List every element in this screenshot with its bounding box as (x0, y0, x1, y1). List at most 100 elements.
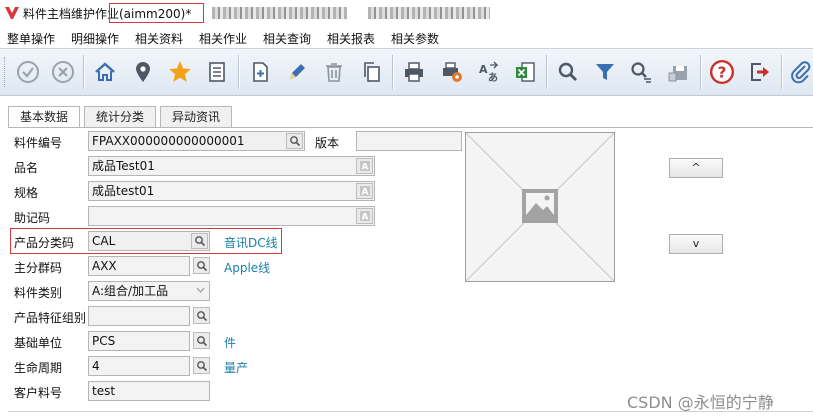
item-no-lookup-button[interactable] (286, 133, 303, 149)
svg-text:あ: あ (488, 71, 498, 84)
svg-text:A: A (361, 163, 368, 173)
cancel-button[interactable] (49, 58, 77, 86)
query-list-button[interactable] (627, 58, 655, 86)
filter-button[interactable] (591, 58, 619, 86)
group-field[interactable]: AXX (88, 256, 190, 276)
menu-related-data[interactable]: 相关资料 (135, 30, 183, 47)
exit-icon (751, 63, 769, 81)
search-list-icon (631, 62, 651, 83)
menu-related-query[interactable]: 相关查询 (263, 30, 311, 47)
spec-multilang-button[interactable]: A (356, 183, 373, 199)
unit-description: 件 (224, 336, 237, 350)
svg-text:A: A (361, 188, 368, 198)
item-image-box[interactable] (465, 132, 615, 282)
type-label: 料件类别 (14, 286, 63, 300)
copy-icon (364, 62, 380, 82)
exit-button[interactable] (746, 58, 774, 86)
title-highlight-box (109, 3, 204, 23)
group-lookup-button[interactable] (193, 257, 210, 274)
help-button[interactable]: ? (708, 58, 736, 86)
title-bar: 料件主档维护作业(aimm200)* (0, 0, 813, 26)
tab-statistics[interactable]: 统计分类 (84, 106, 156, 127)
category-lookup-button[interactable] (191, 233, 208, 249)
save-query-button[interactable] (664, 58, 692, 86)
name-field[interactable]: 成品Test01 A (88, 156, 375, 176)
name-value: 成品Test01 (92, 159, 155, 173)
item-no-field[interactable]: FPAXX000000000000001 (88, 131, 305, 151)
svg-text:A: A (479, 63, 488, 76)
next-record-button[interactable]: v (669, 234, 723, 254)
item-no-value: FPAXX000000000000001 (92, 134, 245, 148)
group-value: AXX (92, 259, 117, 273)
favorite-button[interactable] (166, 58, 194, 86)
paperclip-icon (791, 61, 811, 84)
multilang-icon: A (359, 186, 370, 198)
tab-basic-data[interactable]: 基本数据 (8, 106, 80, 128)
multilang-icon: A (359, 161, 370, 173)
menu-related-ops[interactable]: 相关作业 (199, 30, 247, 47)
app-logo-icon (5, 7, 19, 19)
customer-part-field[interactable]: test (88, 381, 210, 401)
delete-button[interactable] (320, 58, 348, 86)
previous-record-button[interactable]: ^ (669, 158, 723, 178)
print-settings-icon (443, 62, 462, 82)
help-icon: ? (709, 59, 735, 85)
lifecycle-lookup-button[interactable] (193, 357, 210, 374)
menu-related-report[interactable]: 相关报表 (327, 30, 375, 47)
chevron-down-icon (196, 287, 205, 293)
item-no-label: 料件编号 (14, 136, 63, 150)
confirm-button[interactable] (14, 58, 42, 86)
feature-field[interactable] (88, 306, 190, 326)
unit-field[interactable]: PCS (88, 331, 190, 351)
type-value: A:组合/加工品 (92, 284, 169, 298)
print-button[interactable] (400, 58, 428, 86)
search-icon (194, 236, 205, 247)
lifecycle-value: 4 (92, 359, 100, 373)
search-icon (289, 136, 300, 147)
name-multilang-button[interactable]: A (356, 158, 373, 174)
translate-button[interactable]: Aあ (475, 58, 503, 86)
search-icon (196, 360, 207, 371)
excel-icon (516, 62, 535, 82)
category-field[interactable]: CAL (88, 231, 210, 251)
attach-button[interactable] (787, 58, 813, 86)
menu-detail-ops[interactable]: 明细操作 (71, 30, 119, 47)
group-description: Apple线 (224, 261, 271, 275)
filter-icon (596, 64, 614, 80)
unit-label: 基础单位 (14, 336, 63, 350)
edit-button[interactable] (283, 58, 311, 86)
mnemonic-label: 助记码 (14, 211, 51, 225)
translate-icon: Aあ (479, 61, 499, 84)
tab-change-info[interactable]: 异动资讯 (160, 106, 232, 127)
name-label: 品名 (14, 161, 39, 175)
spec-field[interactable]: 成品test01 A (88, 181, 375, 201)
customer-part-label: 客户料号 (14, 386, 63, 400)
version-field[interactable] (356, 131, 462, 151)
mnemonic-field[interactable]: A (88, 206, 375, 226)
home-button[interactable] (91, 58, 119, 86)
print-preview-button[interactable] (438, 58, 466, 86)
locate-button[interactable] (129, 58, 157, 86)
menu-whole-order[interactable]: 整单操作 (7, 30, 55, 47)
copy-button[interactable] (357, 58, 385, 86)
toolbar-grip[interactable] (4, 57, 8, 87)
star-icon (169, 61, 191, 82)
new-button[interactable] (246, 58, 274, 86)
group-label: 主分群码 (14, 261, 63, 275)
search-button[interactable] (554, 58, 582, 86)
tab-underline (8, 127, 813, 128)
search-icon (196, 310, 207, 321)
mnemonic-multilang-button[interactable]: A (356, 208, 373, 224)
feature-lookup-button[interactable] (193, 307, 210, 324)
search-icon (196, 335, 207, 346)
export-excel-button[interactable] (511, 58, 539, 86)
menu-related-params[interactable]: 相关参数 (391, 30, 439, 47)
type-select[interactable]: A:组合/加工品 (88, 281, 210, 301)
list-button[interactable] (203, 58, 231, 86)
lifecycle-label: 生命周期 (14, 361, 63, 375)
unit-lookup-button[interactable] (193, 332, 210, 349)
lifecycle-field[interactable]: 4 (88, 356, 190, 376)
search-icon (558, 62, 578, 82)
svg-text:?: ? (718, 63, 727, 81)
redacted-text (212, 7, 347, 19)
